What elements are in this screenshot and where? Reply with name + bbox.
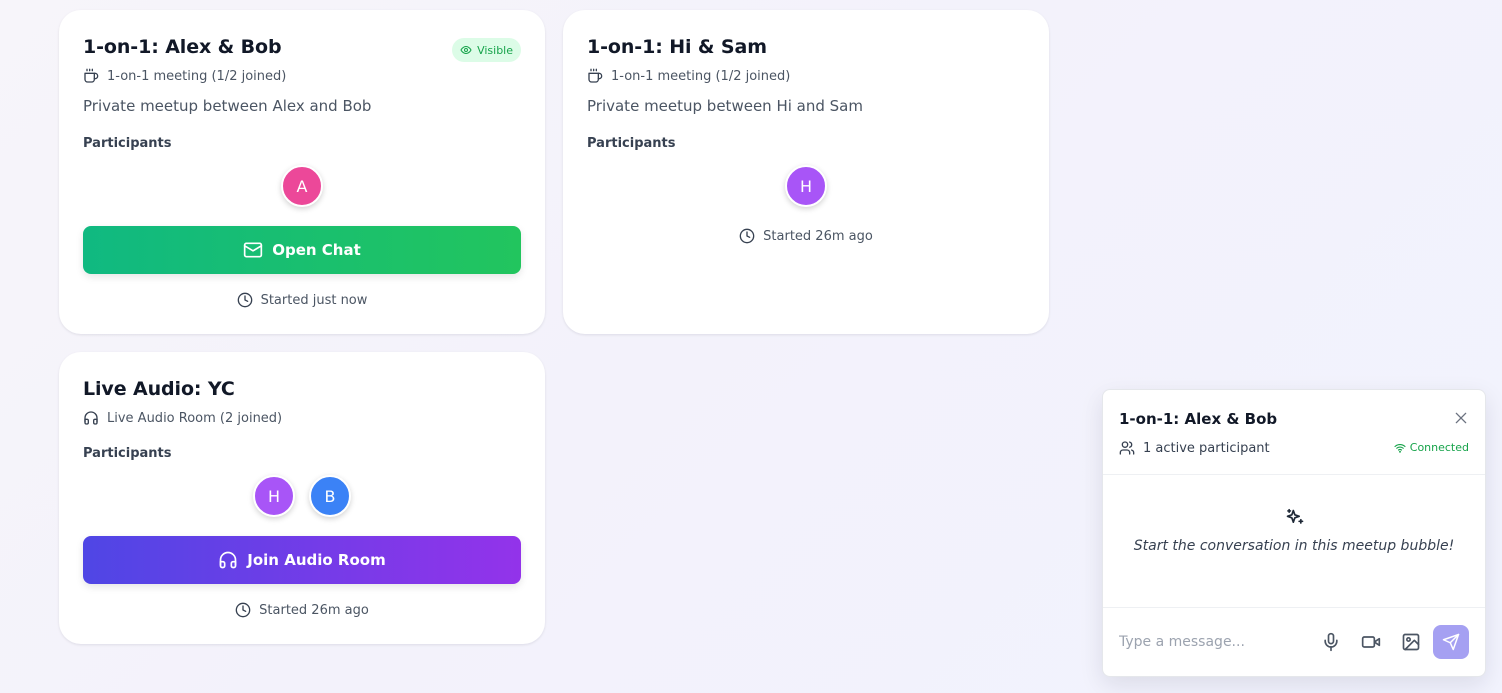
chat-panel: 1-on-1: Alex & Bob 1 active participant … [1102, 389, 1486, 677]
message-input[interactable] [1119, 630, 1309, 654]
coffee-cup-icon [84, 68, 99, 83]
meetup-card-live-audio: Live Audio: YC Live Audio Room (2 joined… [59, 352, 545, 644]
close-icon[interactable] [1453, 410, 1469, 426]
participants-avatars: H [563, 165, 1049, 207]
empty-state-text: Start the conversation in this meetup bu… [1133, 538, 1455, 554]
button-label: Open Chat [272, 241, 361, 259]
video-icon[interactable] [1361, 632, 1381, 652]
card-meta: 1-on-1 meeting (1/2 joined) [83, 68, 286, 84]
started-time: Started just now [59, 292, 545, 308]
card-title: Live Audio: YC [83, 378, 235, 400]
clock-icon [237, 292, 252, 308]
card-description: Private meetup between Alex and Bob [83, 97, 372, 115]
avatar[interactable]: A [281, 165, 323, 207]
badge-label: Visible [477, 43, 513, 57]
meetup-card-alex-bob: 1-on-1: Alex & Bob Visible 1-on-1 meetin… [59, 10, 545, 334]
card-meta: 1-on-1 meeting (1/2 joined) [587, 68, 790, 84]
card-description: Private meetup between Hi and Sam [587, 97, 863, 115]
participants-label: Participants [587, 136, 676, 151]
send-icon [1442, 633, 1460, 651]
eye-icon [460, 46, 472, 54]
headphones-icon [219, 551, 237, 569]
started-time: Started 26m ago [59, 602, 545, 618]
status-text: Connected [1409, 441, 1469, 454]
visibility-badge[interactable]: Visible [452, 38, 521, 62]
connection-status: Connected [1394, 441, 1469, 454]
chat-title: 1-on-1: Alex & Bob [1119, 410, 1278, 428]
card-title: 1-on-1: Hi & Sam [587, 36, 767, 58]
started-text: Started just now [260, 292, 368, 308]
send-button[interactable] [1433, 625, 1469, 659]
card-title: 1-on-1: Alex & Bob [83, 36, 282, 58]
headphones-icon [84, 411, 98, 425]
button-label: Join Audio Room [247, 551, 386, 569]
header-divider [1103, 474, 1485, 475]
active-participants: 1 active participant [1119, 440, 1270, 456]
started-time: Started 26m ago [563, 228, 1049, 244]
meta-text: 1-on-1 meeting (1/2 joined) [107, 68, 287, 84]
participants-avatars: H B [59, 475, 545, 517]
started-text: Started 26m ago [763, 228, 873, 244]
card-meta: Live Audio Room (2 joined) [83, 410, 282, 426]
participants-text: 1 active participant [1143, 440, 1270, 456]
join-audio-room-button[interactable]: Join Audio Room [83, 536, 521, 584]
coffee-cup-icon [588, 68, 603, 83]
mail-icon [244, 242, 263, 258]
image-icon[interactable] [1401, 632, 1421, 652]
avatar[interactable]: B [309, 475, 351, 517]
avatar[interactable]: H [253, 475, 295, 517]
users-icon [1119, 441, 1135, 455]
clock-icon [235, 602, 251, 618]
participants-label: Participants [83, 446, 172, 461]
participants-avatars: A [59, 165, 545, 207]
input-divider [1103, 607, 1485, 608]
open-chat-button[interactable]: Open Chat [83, 226, 521, 274]
meetup-card-hi-sam: 1-on-1: Hi & Sam 1-on-1 meeting (1/2 joi… [563, 10, 1049, 334]
sparkles-icon [1286, 508, 1304, 524]
started-text: Started 26m ago [259, 602, 369, 618]
meta-text: 1-on-1 meeting (1/2 joined) [611, 68, 791, 84]
wifi-icon [1394, 443, 1406, 453]
clock-icon [739, 228, 755, 244]
participants-label: Participants [83, 136, 172, 151]
meta-text: Live Audio Room (2 joined) [107, 410, 283, 426]
avatar[interactable]: H [785, 165, 827, 207]
mic-icon[interactable] [1321, 632, 1341, 652]
